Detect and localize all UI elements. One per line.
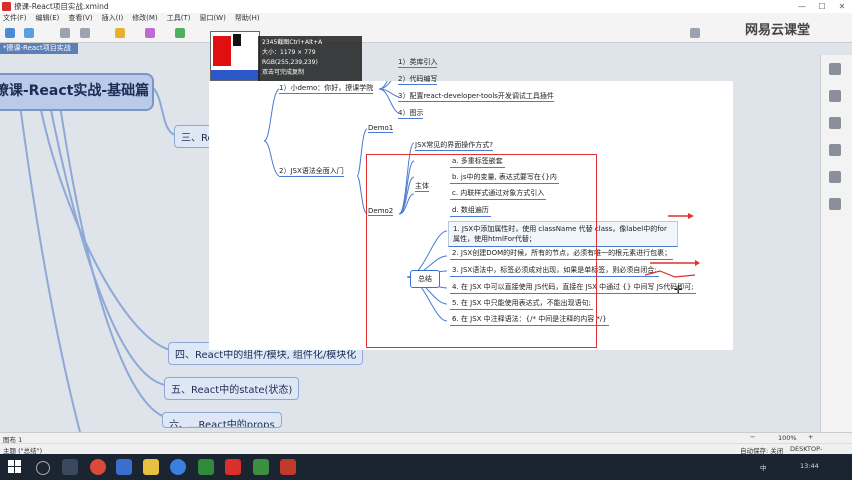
right-side-panel (820, 55, 852, 432)
style-icon[interactable] (145, 28, 155, 38)
annotation-arrows (644, 213, 700, 278)
xmind-task-icon[interactable] (225, 459, 241, 475)
capture-red-block (213, 36, 231, 66)
menu-help[interactable]: 帮助(H) (235, 13, 260, 24)
image-icon[interactable] (829, 144, 841, 156)
capture-shortcut: 2345截图Ctrl+Alt+A (262, 39, 323, 46)
browser-icon[interactable] (116, 459, 132, 475)
capture-size: 大小：1179 × 779 (262, 49, 316, 56)
capture-blue-block (211, 70, 259, 80)
toolbar (0, 24, 852, 43)
webstorm-icon[interactable] (198, 459, 214, 475)
node-jsx-intro[interactable]: 2）JSX语法全面入门 (279, 166, 344, 177)
marker-icon[interactable] (175, 28, 185, 38)
brand-logo: 网易云课堂 (745, 23, 811, 38)
topic-icon[interactable] (115, 28, 125, 38)
capture-rgb: RGB(255,239,239) (262, 59, 318, 66)
home-icon[interactable] (5, 28, 15, 38)
folder-icon[interactable] (143, 459, 159, 475)
qq-browser-icon[interactable] (170, 459, 186, 475)
node-code-write[interactable]: 2）代码编写 (398, 74, 438, 85)
window-title: 撩课-React项目实战.xmind (14, 2, 109, 11)
topic-props[interactable]: 六、...React中的props (162, 412, 282, 428)
clock[interactable]: 13:44 (800, 462, 819, 470)
tab-document[interactable]: *撩课-React项目实战 (0, 43, 78, 54)
lock-icon[interactable] (829, 198, 841, 210)
menu-edit[interactable]: 编辑(E) (36, 13, 60, 24)
list-icon[interactable] (829, 117, 841, 129)
camtasia-icon[interactable] (253, 459, 269, 475)
window-controls: — ☐ ✕ (792, 0, 852, 13)
properties-icon[interactable] (829, 63, 841, 75)
capture-hint: 双击可完成复制 (262, 69, 305, 76)
menu-modify[interactable]: 修改(M) (132, 13, 158, 24)
windows-start-icon[interactable] (8, 460, 21, 473)
menu-view[interactable]: 查看(V) (68, 13, 92, 24)
menu-insert[interactable]: 插入(I) (102, 13, 124, 24)
node-diagram[interactable]: 4）图示 (398, 108, 424, 119)
undo-icon[interactable] (60, 28, 70, 38)
pencil-icon[interactable] (829, 90, 841, 102)
minimize-button[interactable]: — (792, 0, 812, 13)
chrome-icon[interactable] (90, 459, 106, 475)
search-icon[interactable] (36, 461, 50, 475)
node-demo1[interactable]: Demo1 (368, 124, 394, 133)
node-jsx-question[interactable]: JSX常见的界面操作方式? (415, 140, 494, 151)
close-button[interactable]: ✕ (832, 0, 852, 13)
central-topic[interactable]: 撩课-React实战-基础篇 (0, 73, 154, 111)
recorder-icon[interactable] (280, 459, 296, 475)
node-lib-import[interactable]: 1）类库引入 (398, 57, 438, 68)
menu-file[interactable]: 文件(F) (3, 13, 27, 24)
task-view-icon[interactable] (62, 459, 78, 475)
zoom-out-button[interactable]: − (750, 433, 755, 441)
topic-state[interactable]: 五、React中的state(状态) (164, 377, 300, 400)
grid-icon[interactable] (829, 171, 841, 183)
capture-dark-block (233, 34, 241, 46)
capture-preview (210, 31, 260, 81)
node-small-demo[interactable]: 1）小demo：你好，撩课学院 (279, 83, 374, 94)
node-devtools[interactable]: 3）配置react-developer-tools开发调试工具插件 (398, 91, 554, 102)
capture-info-panel: 2345截图Ctrl+Alt+A 大小：1179 × 779 RGB(255,2… (258, 36, 362, 81)
menu-bar: 文件(F) 编辑(E) 查看(V) 插入(I) 修改(M) 工具(T) 窗口(W… (0, 13, 852, 24)
save-icon[interactable] (24, 28, 34, 38)
xmind-app-icon (2, 2, 11, 11)
mouse-cursor-icon: ✛ (674, 285, 683, 296)
red-highlight-box (366, 154, 597, 348)
title-bar (0, 0, 852, 14)
zoom-in-button[interactable]: + (808, 433, 813, 441)
menu-tools[interactable]: 工具(T) (167, 13, 191, 24)
zoom-level[interactable]: 100% (778, 434, 797, 442)
menu-window[interactable]: 窗口(W) (199, 13, 225, 24)
redo-icon[interactable] (80, 28, 90, 38)
ime-indicator[interactable]: 中 (760, 462, 767, 472)
maximize-button[interactable]: ☐ (812, 0, 832, 13)
share-icon[interactable] (690, 28, 700, 38)
